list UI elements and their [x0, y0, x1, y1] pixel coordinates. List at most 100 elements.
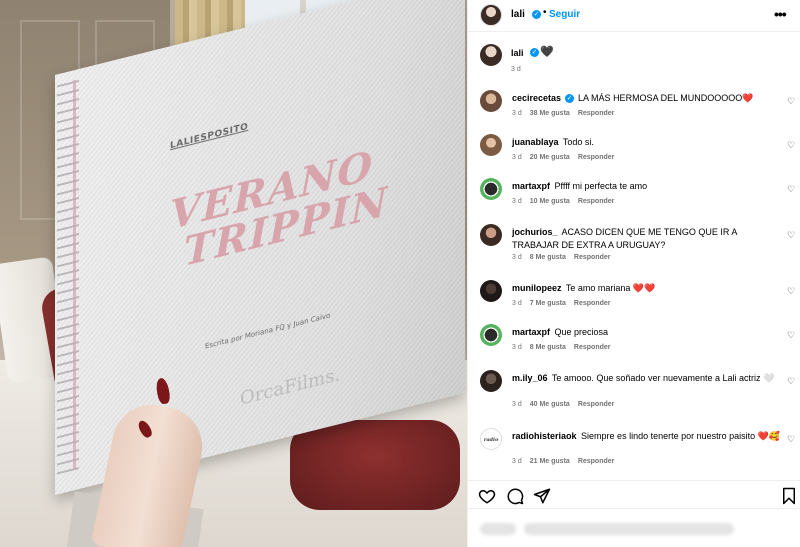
- comment-text: juanablaya Todo si.: [512, 136, 782, 149]
- comment-time: 3 d: [512, 154, 522, 161]
- follow-button[interactable]: Seguir: [549, 9, 580, 20]
- more-options-icon[interactable]: •••: [774, 6, 787, 22]
- comment-time: 3 d: [512, 198, 522, 205]
- comment-text: cecirecetas ✓ LA MÁS HERMOSA DEL MUNDOOOOO…: [512, 92, 782, 105]
- comment-time: 3 d: [512, 110, 522, 117]
- comment-like-heart-icon[interactable]: ♡: [787, 330, 795, 341]
- comment-username[interactable]: martaxpf: [512, 327, 550, 337]
- comment-text: munilopeez Te amo mariana ❤️❤️: [512, 282, 782, 295]
- avatar[interactable]: [480, 44, 502, 66]
- comment-username[interactable]: juanablaya: [512, 137, 559, 147]
- comment-likes[interactable]: 21 Me gusta: [530, 458, 570, 465]
- header-username[interactable]: lali: [511, 9, 525, 20]
- comment-username[interactable]: munilopeez: [512, 283, 562, 293]
- comment-body: Siempre es lindo tenerte por nuestro pai…: [581, 431, 756, 441]
- emoji: ❤️🥰: [757, 431, 781, 441]
- avatar[interactable]: radio: [480, 428, 502, 450]
- caption-time: 3 d: [511, 66, 521, 73]
- comment-text: martaxpf Que preciosa: [512, 326, 782, 339]
- heart-outline-icon[interactable]: [478, 487, 496, 505]
- likes-summary-blurred: [468, 508, 800, 547]
- caption-text: 🖤: [540, 46, 554, 58]
- comment-body: Te amooo. Que soñado ver nuevamente a La…: [551, 373, 761, 383]
- avatar[interactable]: [480, 280, 502, 302]
- comment-time: 3 d: [512, 300, 522, 307]
- heart-emoji: 🤍: [763, 373, 775, 383]
- avatar[interactable]: [480, 90, 502, 112]
- comment-username[interactable]: cecirecetas: [512, 93, 561, 103]
- comment-like-heart-icon[interactable]: ♡: [787, 140, 795, 151]
- verified-badge-icon: ✓: [530, 48, 539, 57]
- comment-time: 3 d: [512, 344, 522, 351]
- comment-likes[interactable]: 10 Me gusta: [530, 198, 570, 205]
- avatar[interactable]: [480, 224, 502, 246]
- comment-like-heart-icon[interactable]: ♡: [787, 96, 795, 107]
- comment-text: martaxpf Pffff mi perfecta te amo: [512, 180, 782, 193]
- avatar[interactable]: [480, 4, 502, 26]
- comment-time: 3 d: [512, 254, 522, 261]
- avatar[interactable]: [480, 370, 502, 392]
- comment-body: Pffff mi perfecta te amo: [554, 181, 648, 191]
- share-icon[interactable]: [533, 487, 551, 505]
- comment-meta: 3 d 40 Me gusta Responder: [512, 401, 622, 408]
- comment-body: Que preciosa: [554, 327, 609, 337]
- comment-time: 3 d: [512, 401, 522, 408]
- caption-username[interactable]: lali: [511, 48, 524, 58]
- reply-button[interactable]: Responder: [578, 401, 615, 408]
- post-header: lali ✓ • Seguir •••: [468, 0, 800, 32]
- comment-username[interactable]: jochurios_: [512, 227, 558, 237]
- verified-badge-icon: ✓: [532, 10, 541, 19]
- comment-text: m.ily_06 Te amooo. Que soñado ver nuevam…: [512, 372, 782, 385]
- comment-like-heart-icon[interactable]: ♡: [787, 286, 795, 297]
- heart-emoji: ❤️: [742, 93, 754, 103]
- avatar[interactable]: [480, 134, 502, 156]
- comment-text: radiohisteriaok Siempre es lindo tenerte…: [512, 430, 782, 443]
- avatar[interactable]: [480, 178, 502, 200]
- avatar[interactable]: [480, 324, 502, 346]
- reply-button[interactable]: Responder: [578, 198, 615, 205]
- comment-likes[interactable]: 40 Me gusta: [530, 401, 570, 408]
- post-photo[interactable]: LALIESPOSITO VERANO TRIPPIN Escrita por …: [0, 0, 467, 547]
- comment-text: jochurios_ ACASO DICEN QUE ME TENGO QUE …: [512, 226, 782, 252]
- separator-dot: •: [543, 7, 547, 18]
- comment-body: Todo si.: [562, 137, 594, 147]
- comment-likes[interactable]: 8 Me gusta: [530, 254, 566, 261]
- comment-meta: 3 d 8 Me gusta Responder: [512, 254, 618, 261]
- comment-meta: 3 d 38 Me gusta Responder: [512, 110, 622, 117]
- comment-username[interactable]: radiohisteriaok: [512, 431, 577, 441]
- bookmark-icon[interactable]: [780, 487, 798, 505]
- comment-like-heart-icon[interactable]: ♡: [787, 434, 795, 445]
- blurred-text: [524, 523, 734, 535]
- comment-likes[interactable]: 7 Me gusta: [530, 300, 566, 307]
- red-pillow: [290, 420, 460, 510]
- comment-meta: 3 d 21 Me gusta Responder: [512, 458, 622, 465]
- reply-button[interactable]: Responder: [578, 458, 615, 465]
- comment-meta: 3 d 8 Me gusta Responder: [512, 344, 618, 351]
- reply-button[interactable]: Responder: [574, 344, 611, 351]
- heart-emoji: ❤️❤️: [632, 283, 656, 293]
- comment-likes[interactable]: 8 Me gusta: [530, 344, 566, 351]
- comment-meta: 3 d 7 Me gusta Responder: [512, 300, 618, 307]
- comment-meta: 3 d 20 Me gusta Responder: [512, 154, 622, 161]
- verified-badge-icon: ✓: [565, 94, 575, 104]
- comment-like-heart-icon[interactable]: ♡: [787, 376, 795, 387]
- comment-likes[interactable]: 38 Me gusta: [530, 110, 570, 117]
- reply-button[interactable]: Responder: [578, 154, 615, 161]
- reply-button[interactable]: Responder: [574, 300, 611, 307]
- comment-body: LA MÁS HERMOSA DEL MUNDOOOOO: [578, 93, 743, 103]
- comment-icon[interactable]: [506, 487, 524, 505]
- blurred-avatar: [480, 523, 516, 535]
- comment-time: 3 d: [512, 458, 522, 465]
- comment-username[interactable]: martaxpf: [512, 181, 550, 191]
- action-bar: [468, 480, 800, 510]
- reply-button[interactable]: Responder: [574, 254, 611, 261]
- comment-meta: 3 d 10 Me gusta Responder: [512, 198, 622, 205]
- spiral-edge: [73, 79, 76, 471]
- comment-username[interactable]: m.ily_06: [512, 373, 548, 383]
- comment-like-heart-icon[interactable]: ♡: [787, 184, 795, 195]
- comment-likes[interactable]: 20 Me gusta: [530, 154, 570, 161]
- reply-button[interactable]: Responder: [578, 110, 615, 117]
- comment-body: Te amo mariana: [565, 283, 631, 293]
- comment-like-heart-icon[interactable]: ♡: [787, 230, 795, 241]
- comments-panel: lali ✓ • Seguir ••• lali ✓ 🖤 3 d cecirec…: [467, 0, 800, 547]
